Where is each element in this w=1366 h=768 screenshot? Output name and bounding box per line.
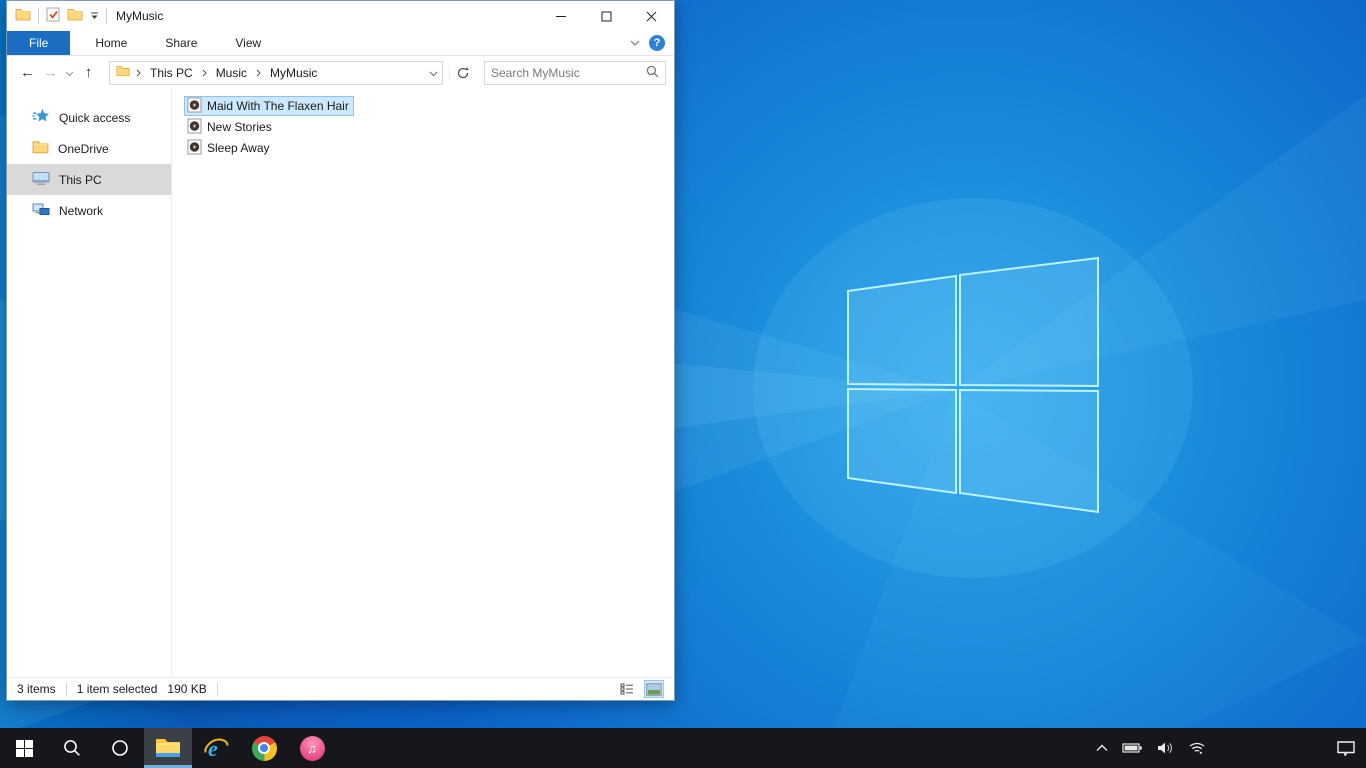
tab-file[interactable]: File — [7, 31, 71, 55]
volume-icon[interactable] — [1157, 741, 1174, 755]
file-item-sleep-away[interactable]: Sleep Away — [184, 138, 275, 158]
search-icon[interactable] — [646, 65, 659, 81]
back-button[interactable]: ← — [19, 65, 36, 80]
breadcrumb-this-pc[interactable]: This PC — [147, 66, 196, 80]
address-dropdown-icon[interactable] — [429, 66, 438, 80]
status-selection: 1 item selected — [76, 682, 158, 696]
qat-dropdown-icon[interactable] — [90, 9, 99, 23]
thumbnails-view-button[interactable] — [644, 680, 664, 698]
status-divider — [216, 682, 218, 696]
qat-divider — [38, 8, 39, 24]
address-folder-icon — [116, 65, 130, 80]
breadcrumb-chevron-icon[interactable] — [200, 69, 209, 77]
hidden-icons-chevron-icon[interactable] — [1096, 744, 1108, 752]
file-name: New Stories — [207, 120, 272, 134]
windows-start-icon — [15, 739, 33, 757]
breadcrumb-music[interactable]: Music — [213, 66, 250, 80]
forward-button[interactable]: → — [42, 65, 59, 80]
start-button[interactable] — [0, 728, 48, 768]
breadcrumb-chevron-icon[interactable] — [254, 69, 263, 77]
system-tray — [1096, 728, 1366, 768]
titlebar[interactable]: MyMusic — [7, 1, 674, 31]
audio-file-icon — [187, 97, 202, 116]
recent-locations-icon[interactable] — [65, 66, 74, 80]
content-area: Quick access OneDrive This PC Network Ma… — [7, 89, 674, 677]
ribbon-tabs: File Home Share View ? — [7, 31, 674, 56]
audio-file-icon — [187, 139, 202, 158]
network-computers-icon — [32, 202, 50, 220]
address-bar[interactable]: This PC Music MyMusic — [109, 60, 443, 85]
taskbar-internet-explorer-button[interactable]: e — [192, 728, 240, 768]
sidebar-item-label: Quick access — [59, 110, 131, 125]
file-list: Maid With The Flaxen Hair New Stories Sl… — [172, 89, 674, 677]
status-item-count: 3 items — [17, 682, 56, 696]
navigation-toolbar: ← → ↑ This PC Music MyMusic — [7, 56, 674, 89]
status-divider — [65, 682, 67, 696]
status-bar: 3 items 1 item selected 190 KB — [7, 677, 674, 700]
file-explorer-window: MyMusic File Home Share View ? ← → ↑ Thi… — [6, 0, 675, 701]
minimize-button[interactable] — [539, 1, 584, 31]
tab-share[interactable]: Share — [146, 31, 216, 55]
breadcrumb-mymusic[interactable]: MyMusic — [267, 66, 320, 80]
windows-logo — [847, 256, 1099, 514]
sidebar-item-network[interactable]: Network — [7, 195, 171, 226]
wifi-icon[interactable] — [1188, 741, 1206, 755]
maximize-button[interactable] — [584, 1, 629, 31]
up-button[interactable]: ↑ — [80, 65, 97, 80]
sidebar-item-onedrive[interactable]: OneDrive — [7, 133, 171, 164]
taskbar-chrome-button[interactable] — [240, 728, 288, 768]
qat-divider — [106, 8, 107, 24]
file-item-maid-with-the-flaxen-hair[interactable]: Maid With The Flaxen Hair — [184, 96, 354, 116]
cortana-button[interactable] — [96, 728, 144, 768]
taskbar-file-explorer-button[interactable] — [144, 728, 192, 768]
chrome-icon — [251, 735, 277, 761]
onedrive-folder-icon — [32, 140, 49, 157]
new-folder-icon[interactable] — [67, 8, 83, 24]
file-explorer-icon — [156, 739, 180, 757]
ribbon-collapse-icon[interactable] — [630, 36, 640, 50]
quick-access-star-icon — [32, 108, 50, 127]
window-folder-icon — [15, 8, 31, 24]
help-button[interactable]: ? — [649, 35, 665, 51]
file-name: Sleep Away — [207, 141, 270, 155]
tab-view[interactable]: View — [216, 31, 280, 55]
taskbar-itunes-button[interactable]: ♫ — [288, 728, 336, 768]
details-view-button[interactable] — [617, 680, 637, 698]
audio-file-icon — [187, 118, 202, 137]
battery-icon[interactable] — [1122, 742, 1143, 754]
status-selection-size: 190 KB — [167, 682, 207, 696]
taskbar: e ♫ — [0, 728, 1366, 768]
sidebar-item-label: OneDrive — [58, 141, 109, 156]
itunes-icon: ♫ — [299, 735, 325, 761]
sidebar-item-label: This PC — [59, 172, 102, 187]
close-button[interactable] — [629, 1, 674, 31]
tab-home[interactable]: Home — [76, 31, 146, 55]
monitor-icon — [32, 171, 50, 189]
internet-explorer-icon: e — [203, 736, 228, 761]
search-box[interactable] — [484, 60, 666, 85]
action-center-icon[interactable] — [1336, 740, 1356, 757]
cortana-icon — [112, 740, 128, 756]
navigation-pane: Quick access OneDrive This PC Network — [7, 89, 172, 677]
file-item-new-stories[interactable]: New Stories — [184, 117, 277, 137]
search-input[interactable] — [491, 65, 646, 80]
breadcrumb-chevron-icon[interactable] — [134, 69, 143, 77]
properties-icon[interactable] — [46, 7, 60, 25]
file-name: Maid With The Flaxen Hair — [207, 99, 349, 113]
window-title: MyMusic — [116, 9, 164, 23]
refresh-button[interactable] — [449, 65, 470, 80]
search-icon — [64, 740, 80, 756]
taskbar-search-button[interactable] — [48, 728, 96, 768]
sidebar-item-this-pc[interactable]: This PC — [7, 164, 171, 195]
sidebar-item-quick-access[interactable]: Quick access — [7, 102, 171, 133]
sidebar-item-label: Network — [59, 203, 104, 218]
